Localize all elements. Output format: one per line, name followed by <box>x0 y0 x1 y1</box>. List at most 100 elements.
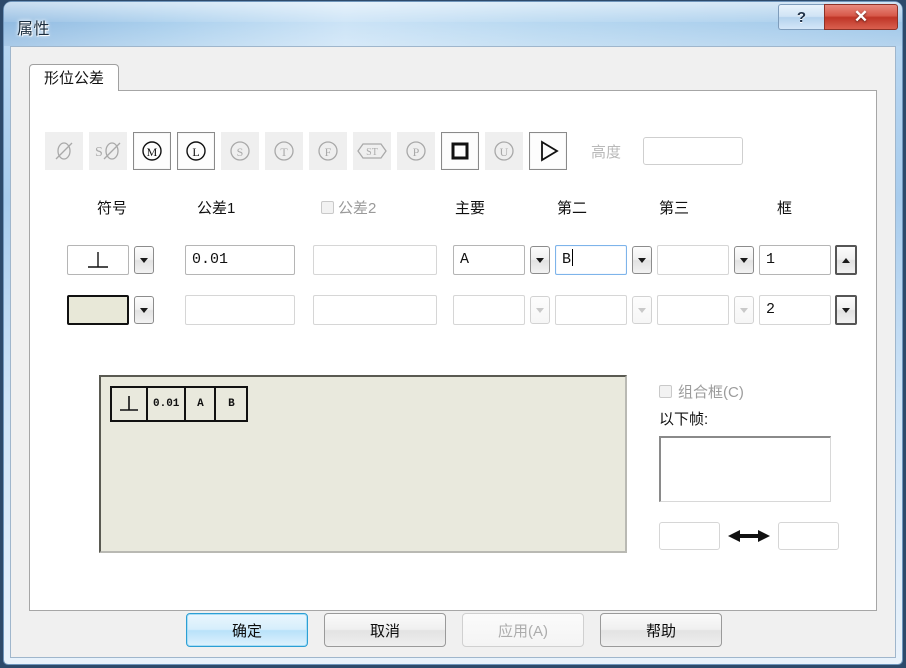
square-icon <box>451 142 469 160</box>
row2-tolerance1-input[interactable] <box>185 295 295 325</box>
svg-text:F: F <box>325 145 332 159</box>
row1-primary-cell: A <box>453 245 550 275</box>
height-label: 高度 <box>591 143 622 161</box>
feature-control-frame: 0.01 A B <box>110 386 249 422</box>
diameter-icon <box>55 142 73 160</box>
circled-l-icon: L <box>186 141 206 161</box>
column-header-third: 第三 <box>659 197 689 218</box>
chevron-down-icon <box>140 307 148 313</box>
row2-symbol-cell <box>67 295 154 325</box>
symbol-button-projected-p[interactable]: P <box>397 132 435 170</box>
svg-text:U: U <box>500 145 509 159</box>
height-input[interactable] <box>643 137 744 165</box>
row1-third-dropdown-button[interactable] <box>734 246 754 274</box>
chevron-down-icon <box>638 257 646 263</box>
help-icon-button[interactable]: ? <box>778 4 824 30</box>
row1-tolerance2-input[interactable] <box>313 245 437 275</box>
frame-offset-right-input[interactable] <box>778 522 839 550</box>
symbol-button-mmc-m[interactable]: M <box>133 132 171 170</box>
row1-second-value: B <box>562 251 572 268</box>
column-header-symbol-label: 符号 <box>97 200 128 217</box>
row2-second-dropdown-button[interactable] <box>632 296 652 324</box>
column-header-third-label: 第三 <box>659 200 690 217</box>
symbol-button-diameter[interactable] <box>45 132 83 170</box>
row2-second-input[interactable] <box>555 295 627 325</box>
row2-tolerance2-input[interactable] <box>313 295 437 325</box>
symbol-button-lmc-l[interactable]: L <box>177 132 215 170</box>
grid-header-row: 符号 公差1 公差2 主要 第二 第三 框 <box>45 197 845 229</box>
row2-frame-input[interactable]: 2 <box>759 295 831 325</box>
row1-frame-input[interactable]: 1 <box>759 245 831 275</box>
row1-third-input[interactable] <box>657 245 729 275</box>
hexagon-st-icon: ST <box>357 143 387 159</box>
triangle-right-icon <box>541 140 559 162</box>
row1-frame-spinner-up-button[interactable] <box>835 245 857 275</box>
row1-third-cell <box>657 245 754 275</box>
row2-third-input[interactable] <box>657 295 729 325</box>
svg-text:P: P <box>413 145 420 159</box>
tab-strip: 形位公差 <box>29 64 877 91</box>
frame-offset-left-input[interactable] <box>659 522 720 550</box>
column-header-tolerance2: 公差2 <box>321 197 376 218</box>
combine-frame-checkbox-row[interactable]: 组合框(C) <box>659 381 839 402</box>
symbol-button-statistical-st[interactable]: ST <box>353 132 391 170</box>
row1-primary-dropdown-button[interactable] <box>530 246 550 274</box>
row1-second-dropdown-button[interactable] <box>632 246 652 274</box>
below-frame-listbox[interactable] <box>659 436 831 502</box>
cancel-button[interactable]: 取消 <box>324 613 446 647</box>
apply-button[interactable]: 应用(A) <box>462 613 584 647</box>
frame-offset-row <box>659 522 839 550</box>
combine-frame-checkbox[interactable] <box>659 385 672 398</box>
row1-second-input[interactable]: B <box>555 245 627 275</box>
symbol-button-unequal-u[interactable]: U <box>485 132 523 170</box>
svg-text:T: T <box>280 145 288 159</box>
column-header-second-label: 第二 <box>557 200 588 217</box>
column-header-frame: 框 <box>777 197 792 218</box>
fcf-cell-datum-second: B <box>228 398 235 410</box>
window-title: 属性 <box>17 21 51 38</box>
row2-frame-spinner-down-button[interactable] <box>835 295 857 325</box>
row2-symbol-preview[interactable] <box>67 295 129 325</box>
below-frame-label: 以下帧: <box>659 411 709 428</box>
perpendicularity-icon <box>88 252 108 268</box>
row2-primary-dropdown-button[interactable] <box>530 296 550 324</box>
dialog-footer: 确定 取消 应用(A) 帮助 <box>11 613 897 647</box>
row1-symbol-preview[interactable] <box>67 245 129 275</box>
row1-symbol-dropdown-button[interactable] <box>134 246 154 274</box>
symbol-button-square-frame[interactable] <box>441 132 479 170</box>
spherical-diameter-icon: S <box>95 142 121 160</box>
column-header-primary: 主要 <box>455 197 485 218</box>
tolerance2-checkbox[interactable] <box>321 201 334 214</box>
symbol-button-rfs-s[interactable]: S <box>221 132 259 170</box>
window-buttons: ? ✕ <box>778 4 898 30</box>
symbol-button-tangent-t[interactable]: T <box>265 132 303 170</box>
row1-primary-input[interactable]: A <box>453 245 525 275</box>
symbol-button-triangle-datum[interactable] <box>529 132 567 170</box>
row1-frame-cell: 1 <box>759 245 857 275</box>
tab-geometric-tolerance[interactable]: 形位公差 <box>29 64 120 91</box>
tolerance-grid: 符号 公差1 公差2 主要 第二 第三 框 0.01 A B 1 2 <box>45 197 857 327</box>
dialog-client-area: 形位公差 S M L S T F ST P U 高度 符号 公差1 公差2 主要… <box>10 46 896 658</box>
ok-button[interactable]: 确定 <box>186 613 308 647</box>
row2-third-dropdown-button[interactable] <box>734 296 754 324</box>
column-header-tolerance1: 公差1 <box>197 197 235 218</box>
tolerance-preview-canvas[interactable]: 0.01 A B <box>99 375 627 553</box>
chevron-down-icon <box>140 257 148 263</box>
row1-second-cell: B <box>555 245 652 275</box>
row2-primary-input[interactable] <box>453 295 525 325</box>
row2-symbol-dropdown-button[interactable] <box>134 296 154 324</box>
circled-f-icon: F <box>318 141 338 161</box>
symbol-button-spherical-diameter[interactable]: S <box>89 132 127 170</box>
help-button[interactable]: 帮助 <box>600 613 722 647</box>
svg-text:S: S <box>95 145 103 160</box>
close-icon-button[interactable]: ✕ <box>824 4 898 30</box>
chevron-down-icon <box>740 257 748 263</box>
fcf-cell-datum-primary: A <box>186 388 217 420</box>
double-arrow-icon <box>728 525 770 547</box>
properties-dialog-window: 属性 ? ✕ 形位公差 S M L S T F ST P U 高度 符号 公差1… <box>4 2 902 664</box>
row1-tolerance1-input[interactable]: 0.01 <box>185 245 295 275</box>
circled-s-icon: S <box>230 141 250 161</box>
symbol-button-free-state-f[interactable]: F <box>309 132 347 170</box>
row2-second-cell <box>555 295 652 325</box>
circled-p-icon: P <box>406 141 426 161</box>
